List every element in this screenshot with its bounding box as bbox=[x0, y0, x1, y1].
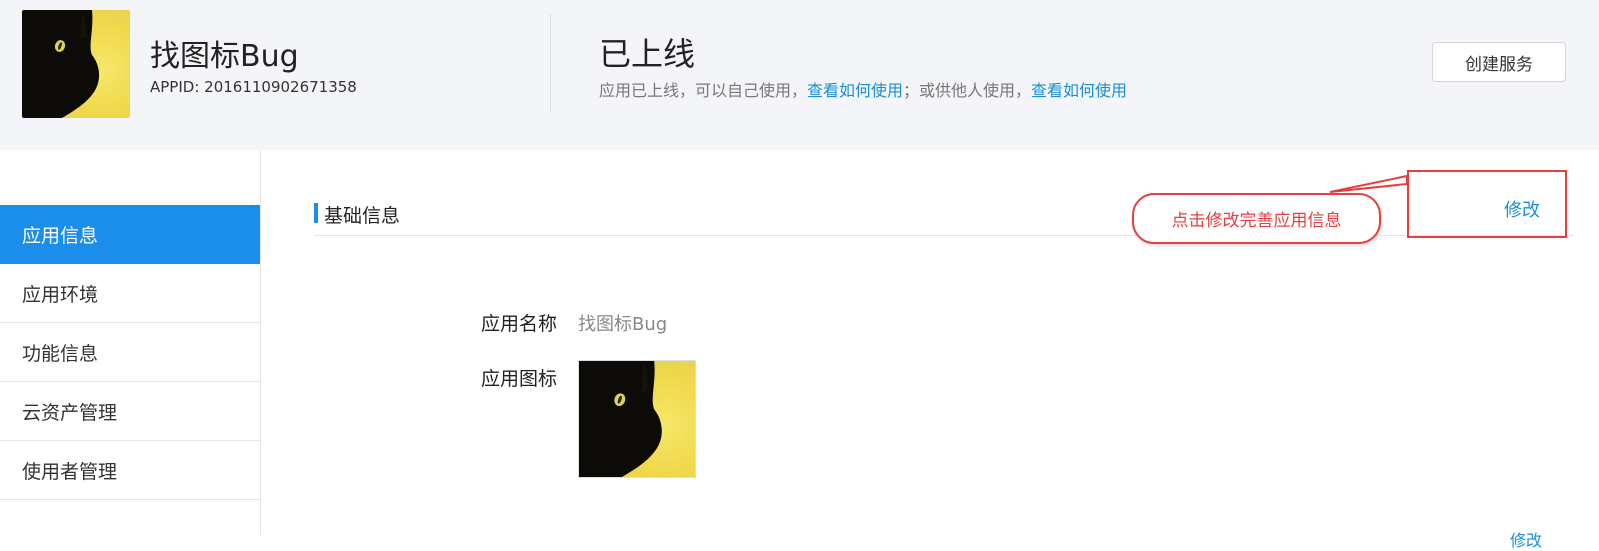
sidebar-item-user-management[interactable]: 使用者管理 bbox=[0, 441, 260, 500]
sidebar-item-label: 应用信息 bbox=[22, 225, 99, 247]
app-logo bbox=[22, 10, 130, 118]
status-desc-text-2: ；或供他人使用， bbox=[903, 81, 1032, 100]
how-to-use-self-link[interactable]: 查看如何使用 bbox=[807, 81, 903, 100]
annotation-callout: 点击修改完善应用信息 bbox=[1132, 193, 1381, 244]
app-icon-label: 应用图标 bbox=[481, 368, 558, 390]
sidebar-item-app-info[interactable]: 应用信息 bbox=[0, 205, 260, 264]
sidebar-item-app-env[interactable]: 应用环境 bbox=[0, 264, 260, 323]
sidebar-item-label: 云资产管理 bbox=[22, 401, 118, 424]
app-id: APPID: 2016110902671358 bbox=[150, 78, 357, 96]
sidebar-item-label: 功能信息 bbox=[22, 342, 99, 365]
status-title: 已上线 bbox=[599, 35, 696, 73]
app-icon-image bbox=[578, 360, 696, 478]
sidebar-item-features[interactable]: 功能信息 bbox=[0, 323, 260, 382]
sidebar-item-cloud-assets[interactable]: 云资产管理 bbox=[0, 382, 260, 441]
status-description: 应用已上线，可以自己使用，查看如何使用；或供他人使用，查看如何使用 bbox=[599, 77, 1127, 101]
black-cat-image bbox=[579, 361, 695, 477]
sidebar-item-label: 应用环境 bbox=[22, 283, 99, 306]
status-desc-text-1: 应用已上线，可以自己使用， bbox=[599, 81, 808, 100]
app-name-value: 找图标Bug bbox=[578, 314, 668, 335]
create-service-button[interactable]: 创建服务 bbox=[1432, 42, 1566, 82]
section-divider bbox=[314, 235, 1574, 236]
header-divider bbox=[550, 14, 551, 112]
sidebar-item-label: 使用者管理 bbox=[22, 460, 118, 483]
section-accent-bar bbox=[314, 203, 318, 223]
black-cat-image bbox=[22, 10, 130, 118]
section-title: 基础信息 bbox=[324, 205, 401, 227]
app-name-label: 应用名称 bbox=[481, 313, 558, 335]
edit-link[interactable]: 修改 bbox=[1504, 196, 1540, 222]
sidebar: 应用信息 应用环境 功能信息 云资产管理 使用者管理 bbox=[0, 150, 261, 535]
annotation-highlight-box bbox=[1407, 170, 1567, 238]
how-to-use-others-link[interactable]: 查看如何使用 bbox=[1031, 81, 1127, 100]
annotation-text: 点击修改完善应用信息 bbox=[1171, 211, 1342, 231]
app-header: 找图标Bug APPID: 2016110902671358 已上线 应用已上线… bbox=[0, 0, 1599, 150]
next-section-edit-link[interactable]: 修改 bbox=[1510, 527, 1542, 551]
app-name: 找图标Bug bbox=[150, 39, 299, 74]
